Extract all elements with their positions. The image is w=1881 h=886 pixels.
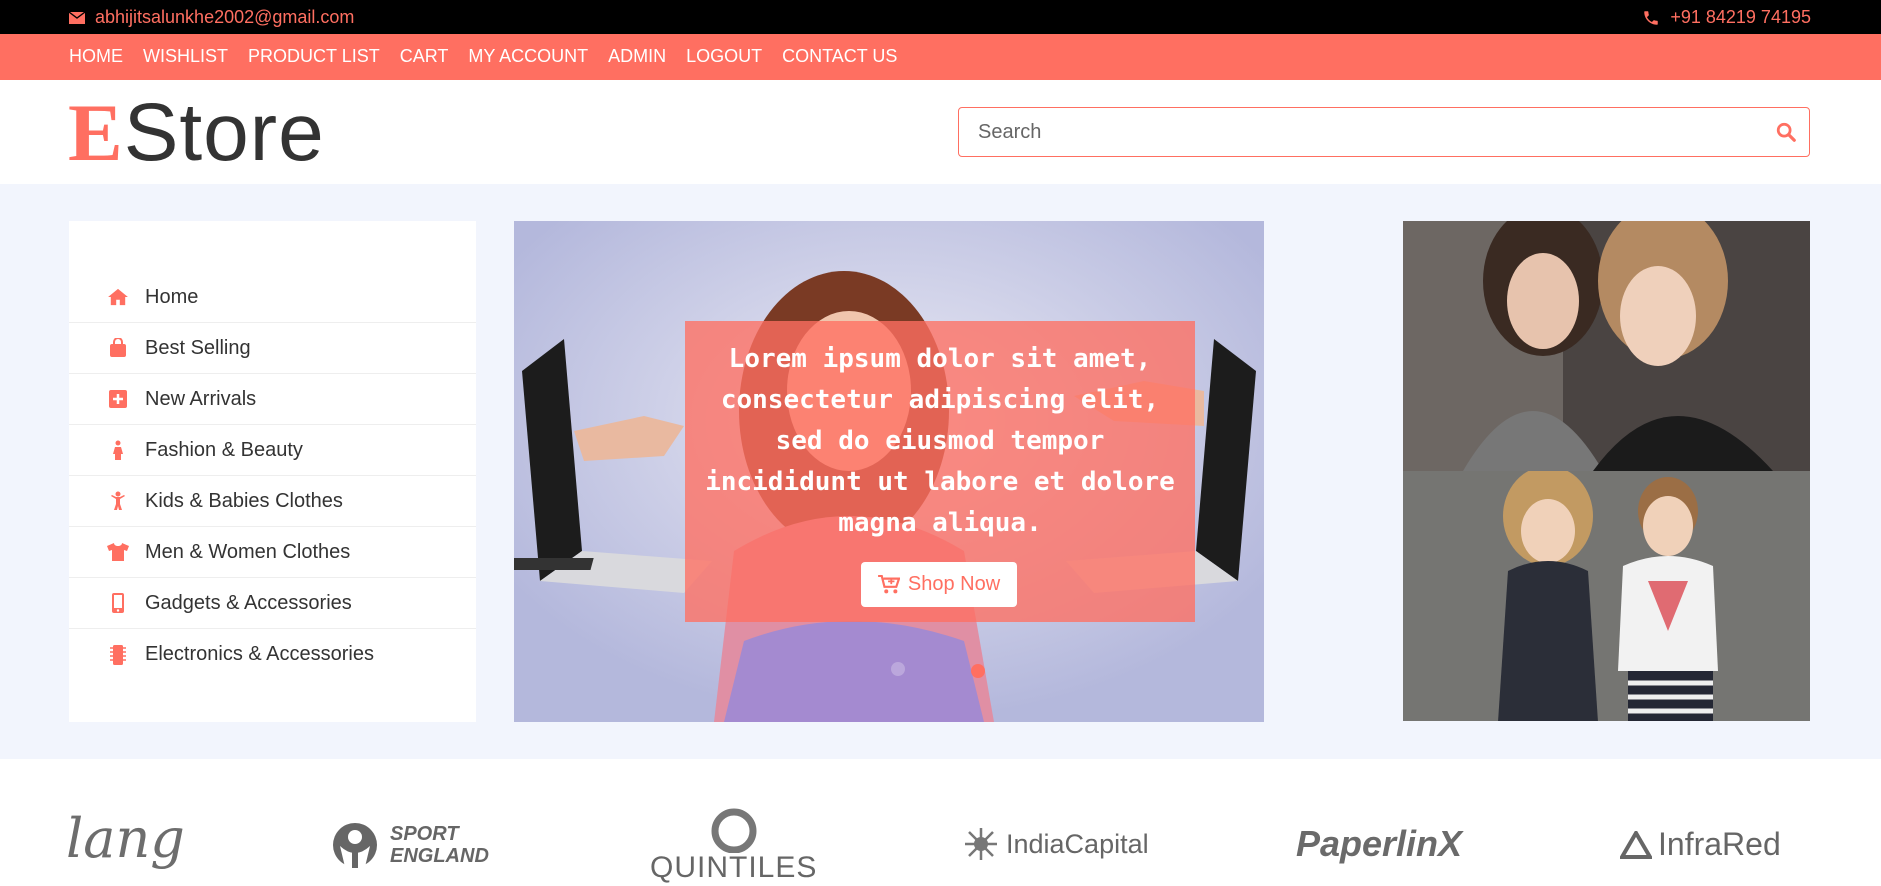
search-input[interactable] (959, 108, 1759, 156)
sidebar-item-new-arrivals[interactable]: New Arrivals (69, 374, 476, 425)
hero-section: Home Best Selling New Arrivals Fashion &… (0, 184, 1881, 759)
shop-now-label: Shop Now (907, 573, 1001, 595)
plus-square-icon (107, 388, 129, 410)
women-fashion-photo (1403, 221, 1810, 471)
sidebar-item-men-women[interactable]: Men & Women Clothes (69, 527, 476, 578)
sport-england-text: SPORT ENGLAND (390, 823, 489, 867)
sidebar-item-label: New Arrivals (145, 387, 257, 410)
hero-carousel: Lorem ipsum dolor sit amet, consectetur … (514, 221, 1264, 722)
search-box (958, 107, 1810, 157)
nav-home[interactable]: HOME (69, 46, 123, 67)
sidebar-item-label: Electronics & Accessories (145, 643, 374, 665)
promo-image-column (1403, 221, 1810, 722)
cart-icon (877, 574, 900, 593)
infrared-text: InfraRed (1658, 826, 1781, 862)
brand-logos-strip: lang SPORT ENGLAND QUINTILES IndiaCapita… (0, 759, 1881, 886)
promo-image-kids-clothes[interactable] (1403, 471, 1810, 721)
child-icon (107, 490, 129, 512)
carousel-indicator-active[interactable] (971, 664, 985, 678)
tshirt-icon (107, 541, 129, 563)
contact-email[interactable]: abhijitsalunkhe2002@gmail.com (69, 7, 354, 28)
indiacapital-text: IndiaCapital (1006, 828, 1149, 859)
sidebar-item-label: Home (145, 285, 199, 308)
phone-icon (1644, 10, 1659, 25)
nav-cart[interactable]: CART (400, 46, 449, 67)
sidebar-item-home[interactable]: Home (69, 272, 476, 323)
female-icon (107, 439, 129, 461)
sidebar-item-electronics[interactable]: Electronics & Accessories (69, 629, 476, 680)
quintiles-ring (711, 808, 757, 853)
sidebar-item-label: Fashion & Beauty (145, 438, 303, 461)
nav-product-list[interactable]: PRODUCT LIST (248, 46, 380, 67)
microchip-icon (107, 644, 129, 666)
brand-logo-quintiles[interactable]: QUINTILES (650, 807, 817, 885)
logo-store-text: Store (123, 87, 325, 178)
infrared-triangle-icon (1620, 830, 1652, 859)
indiacapital-emblem (965, 828, 997, 860)
sidebar-item-fashion-beauty[interactable]: Fashion & Beauty (69, 425, 476, 476)
sidebar-item-gadgets[interactable]: Gadgets & Accessories (69, 578, 476, 629)
shop-now-button[interactable]: Shop Now (861, 562, 1017, 607)
brand-logo-paperlinx[interactable]: PaperlinX (1296, 823, 1462, 865)
nav-admin[interactable]: ADMIN (608, 46, 666, 67)
store-logo[interactable]: EStore (68, 88, 325, 178)
top-contact-bar: abhijitsalunkhe2002@gmail.com +91 84219 … (0, 0, 1881, 34)
quintiles-text: QUINTILES (650, 851, 818, 884)
brand-logo-indiacapital[interactable]: IndiaCapital (964, 827, 1149, 861)
brand-logo-lang[interactable]: lang (66, 807, 185, 870)
sidebar-item-label: Gadgets & Accessories (145, 591, 352, 614)
carousel-indicator-inactive[interactable] (891, 662, 905, 676)
search-button[interactable] (1775, 121, 1797, 143)
mobile-icon (107, 592, 129, 614)
sidebar-item-kids-babies[interactable]: Kids & Babies Clothes (69, 476, 476, 527)
nav-contact-us[interactable]: CONTACT US (782, 46, 897, 67)
kids-clothes-photo (1403, 471, 1810, 721)
envelope-icon (69, 11, 85, 24)
nav-my-account[interactable]: MY ACCOUNT (468, 46, 588, 67)
contact-phone-text: +91 84219 74195 (1670, 7, 1811, 27)
brand-logo-sport-england[interactable]: SPORT ENGLAND (330, 820, 500, 870)
sidebar-item-best-selling[interactable]: Best Selling (69, 323, 476, 374)
brand-logo-infrared[interactable]: InfraRed (1620, 826, 1781, 863)
carousel-caption-text: Lorem ipsum dolor sit amet, consectetur … (705, 344, 1175, 538)
nav-wishlist[interactable]: WISHLIST (143, 46, 228, 67)
contact-email-text: abhijitsalunkhe2002@gmail.com (95, 7, 355, 27)
carousel-caption: Lorem ipsum dolor sit amet, consectetur … (685, 321, 1195, 622)
logo-letter-e: E (68, 87, 124, 178)
category-sidebar: Home Best Selling New Arrivals Fashion &… (69, 221, 476, 722)
shopping-bag-icon (107, 337, 129, 359)
home-icon (107, 286, 129, 308)
search-icon (1776, 122, 1796, 142)
promo-image-women-fashion[interactable] (1403, 221, 1810, 471)
sidebar-item-label: Kids & Babies Clothes (145, 489, 343, 512)
site-header: EStore (0, 80, 1881, 184)
sidebar-item-label: Best Selling (145, 336, 251, 359)
contact-phone[interactable]: +91 84219 74195 (1642, 7, 1811, 28)
nav-logout[interactable]: LOGOUT (686, 46, 762, 67)
sidebar-item-label: Men & Women Clothes (145, 540, 351, 563)
main-navbar: HOME WISHLIST PRODUCT LIST CART MY ACCOU… (0, 34, 1881, 80)
sport-england-emblem (333, 823, 377, 868)
